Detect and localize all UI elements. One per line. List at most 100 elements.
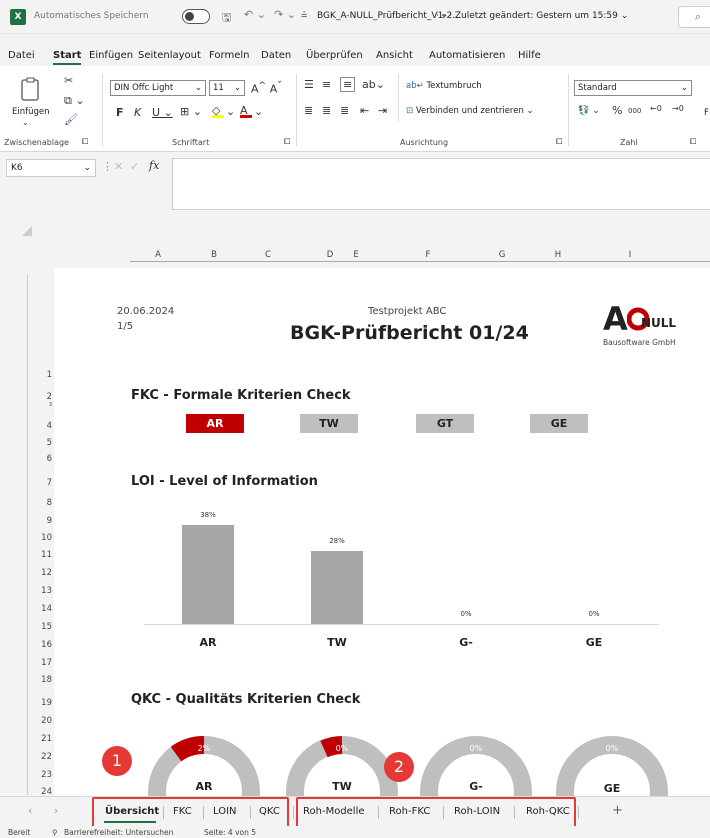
fill-dropdown-icon[interactable]: ⌄ (226, 105, 235, 118)
underline-icon[interactable]: U ⌄ (152, 106, 173, 119)
cancel-icon[interactable]: ✕ (114, 160, 123, 173)
row-header[interactable]: 2 (28, 392, 52, 402)
row-header[interactable]: 7 (28, 478, 52, 488)
chevron-right-icon[interactable]: › (54, 804, 58, 817)
wrap-text-button[interactable]: ab↵ Textumbruch (406, 81, 482, 91)
save-icon[interactable]: 🖫 (222, 9, 231, 28)
more-icon[interactable]: ⋮ (102, 160, 113, 173)
paste-button[interactable] (18, 76, 44, 102)
row-header[interactable]: 3 (28, 402, 52, 408)
border-icon[interactable]: ⊞ ⌄ (180, 105, 202, 118)
menu-automatisieren[interactable]: Automatisieren (429, 50, 505, 61)
align-middle-icon[interactable]: ≡ (322, 78, 331, 91)
row-header[interactable]: 19 (28, 698, 52, 708)
increase-font-icon[interactable]: A^ A˅ (251, 80, 282, 96)
status-accessibility[interactable]: Barrierefreiheit: Untersuchen (64, 828, 173, 837)
menu-ueberpruefen[interactable]: Überprüfen (306, 50, 363, 61)
font-color-icon[interactable]: A (240, 104, 252, 118)
row-header[interactable]: 9 (28, 516, 52, 526)
row-header[interactable]: 16 (28, 640, 52, 650)
font-launcher-icon[interactable]: ⧠ (284, 137, 290, 147)
align-top-icon[interactable]: ☰ (304, 78, 314, 91)
undo-icon[interactable]: ↶ ⌄ (244, 8, 266, 21)
ribbon-overflow[interactable]: F (704, 108, 709, 118)
add-sheet-icon[interactable]: + (612, 803, 623, 818)
paste-label[interactable]: Einfügen (12, 107, 50, 117)
bold-icon[interactable]: F (116, 106, 124, 119)
row-header[interactable]: 4 (28, 421, 52, 431)
row-header[interactable]: 23 (28, 770, 52, 780)
formula-input[interactable] (172, 158, 710, 210)
row-header[interactable]: 17 (28, 658, 52, 668)
chevron-left-icon[interactable]: ‹ (28, 804, 32, 817)
format-painter-icon[interactable]: 🖌 (64, 113, 78, 126)
confirm-icon[interactable]: ✓ (130, 160, 139, 173)
copy-icon[interactable]: ⧉ ⌄ (64, 94, 85, 108)
row-header[interactable]: 20 (28, 716, 52, 726)
accessibility-icon[interactable]: ⚲ (52, 828, 58, 837)
column-header-a[interactable]: A (140, 248, 176, 262)
file-status[interactable]: · ⩔ · Zuletzt geändert: Gestern um 15:59… (436, 11, 628, 21)
row-header[interactable]: 13 (28, 586, 52, 596)
redo-icon[interactable]: ↷ ⌄ (274, 8, 296, 21)
align-left-icon[interactable]: ≣ (304, 104, 313, 117)
align-right-icon[interactable]: ≣ (340, 104, 349, 117)
thousands-icon[interactable]: 000 (628, 107, 641, 115)
column-header-e[interactable]: E (338, 248, 374, 262)
row-header[interactable]: 21 (28, 734, 52, 744)
clipboard-launcher-icon[interactable]: ⧠ (82, 137, 88, 147)
menu-hilfe[interactable]: Hilfe (518, 50, 541, 61)
row-header[interactable]: 14 (28, 604, 52, 614)
menu-ansicht[interactable]: Ansicht (376, 50, 413, 61)
column-header-g[interactable]: G (484, 248, 520, 262)
row-header[interactable]: 6 (28, 454, 52, 464)
menu-seitenlayout[interactable]: Seitenlayout (138, 50, 201, 61)
autosave-toggle[interactable] (182, 9, 210, 24)
column-header-i[interactable]: I (612, 248, 648, 262)
menu-daten[interactable]: Daten (261, 50, 291, 61)
fill-color-icon[interactable]: ◇ (212, 104, 224, 118)
column-header-b[interactable]: B (196, 248, 232, 262)
row-header[interactable]: 15 (28, 622, 52, 632)
row-header[interactable]: 12 (28, 568, 52, 578)
column-header-f[interactable]: F (410, 248, 446, 262)
menu-datei[interactable]: Datei (8, 50, 35, 61)
increase-indent-icon[interactable]: ⇥ (378, 104, 387, 117)
menu-formeln[interactable]: Formeln (209, 50, 249, 61)
merge-center-button[interactable]: ⊡ Verbinden und zentrieren ⌄ (406, 106, 534, 116)
menu-einfuegen[interactable]: Einfügen (89, 50, 133, 61)
orientation-icon[interactable]: ab⌄ (362, 78, 385, 91)
customize-icon[interactable]: ⩮ (301, 8, 307, 22)
row-header[interactable]: 1 (28, 370, 52, 380)
column-header-h[interactable]: H (540, 248, 576, 262)
search-icon[interactable]: ⌕ (678, 6, 710, 28)
alignment-launcher-icon[interactable]: ⧠ (556, 137, 562, 147)
cut-icon[interactable]: ✂ (64, 74, 73, 87)
font-name-select[interactable]: DIN Offc Light ⌄ (110, 80, 206, 96)
column-header-c[interactable]: C (250, 248, 286, 262)
menu-start[interactable]: Start (53, 50, 82, 65)
row-header[interactable]: 22 (28, 752, 52, 762)
align-center-icon[interactable]: ≣ (322, 104, 331, 117)
percent-icon[interactable]: % (612, 104, 622, 117)
chevron-down-icon[interactable]: ⌄ (83, 160, 91, 176)
name-box[interactable]: K6 ⌄ (6, 159, 96, 177)
number-launcher-icon[interactable]: ⧠ (690, 137, 696, 147)
number-format-select[interactable]: Standard ⌄ (574, 80, 692, 96)
row-header[interactable]: 11 (28, 550, 52, 560)
select-all-icon[interactable] (22, 226, 32, 236)
font-color-dropdown-icon[interactable]: ⌄ (254, 105, 263, 118)
accounting-icon[interactable]: 💱 ⌄ (578, 106, 600, 116)
align-bottom-icon[interactable]: ≡ (340, 77, 356, 92)
italic-icon[interactable]: K (134, 106, 141, 119)
row-header[interactable]: 5 (28, 438, 52, 448)
row-header[interactable]: 10 (28, 533, 52, 543)
row-header[interactable]: 18 (28, 675, 52, 685)
row-header[interactable]: 8 (28, 498, 52, 508)
increase-decimal-icon[interactable]: ←0 (650, 104, 662, 113)
function-icon[interactable]: fx (149, 159, 159, 172)
decrease-decimal-icon[interactable]: →0 (672, 104, 684, 113)
paste-dropdown-icon[interactable]: ⌄ (22, 118, 29, 127)
font-size-select[interactable]: 11 ⌄ (209, 80, 245, 96)
decrease-indent-icon[interactable]: ⇤ (360, 104, 369, 117)
